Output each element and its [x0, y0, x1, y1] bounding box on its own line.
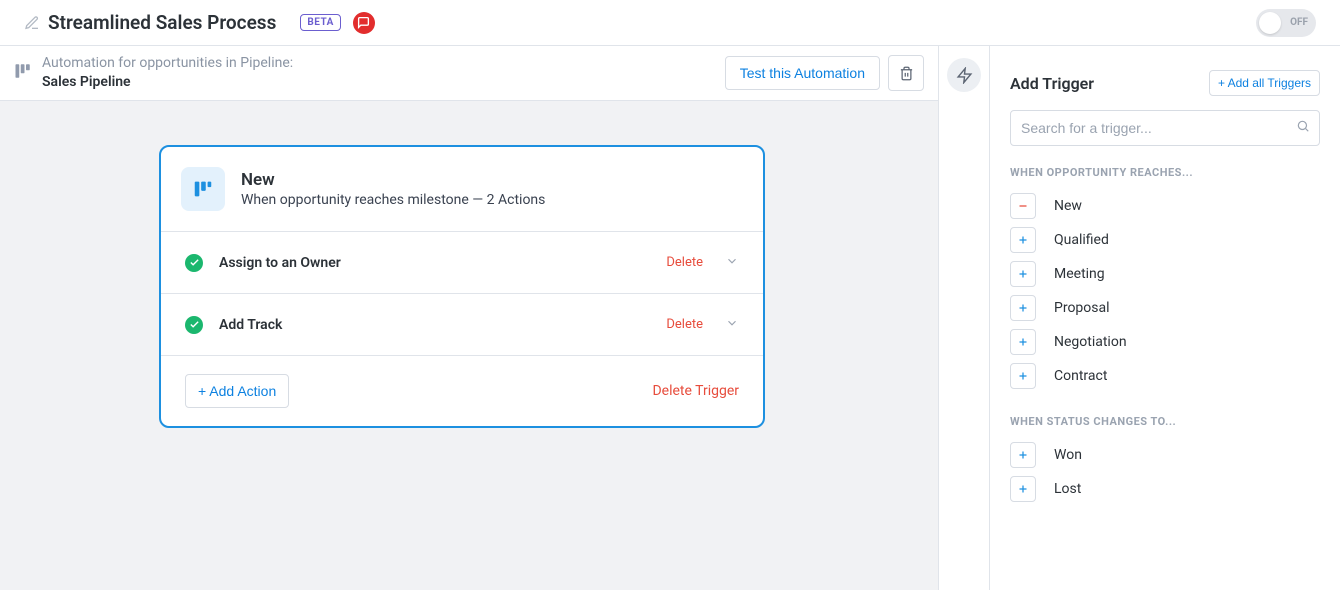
trigger-option-label: Qualified — [1054, 232, 1109, 248]
add-trigger-icon[interactable] — [1010, 295, 1036, 321]
side-strip — [938, 46, 990, 590]
add-trigger-icon[interactable] — [1010, 261, 1036, 287]
toggle-label: OFF — [1290, 17, 1308, 28]
trigger-option-label: Contract — [1054, 368, 1107, 384]
panel-title: Add Trigger — [1010, 74, 1209, 93]
trigger-option-qualified[interactable]: Qualified — [1010, 223, 1320, 257]
remove-trigger-icon[interactable] — [1010, 193, 1036, 219]
sub-header: Automation for opportunities in Pipeline… — [0, 46, 938, 101]
check-icon — [185, 316, 203, 334]
action-row[interactable]: Add Track Delete — [161, 294, 763, 356]
feedback-button[interactable] — [353, 12, 375, 34]
left-column: Automation for opportunities in Pipeline… — [0, 46, 938, 590]
delete-trigger-button[interactable]: Delete Trigger — [652, 383, 739, 399]
milestone-icon — [181, 167, 225, 211]
toggle-knob — [1259, 12, 1281, 34]
add-all-triggers-button[interactable]: + Add all Triggers — [1209, 70, 1320, 96]
subheader-label: Automation for opportunities in Pipeline… — [42, 54, 293, 73]
pipeline-icon — [14, 62, 32, 84]
automation-canvas: New When opportunity reaches milestone —… — [0, 101, 938, 590]
action-name: Assign to an Owner — [219, 255, 666, 271]
pipeline-name: Sales Pipeline — [42, 73, 293, 92]
automation-on-off-toggle[interactable]: OFF — [1256, 9, 1316, 37]
chevron-down-icon[interactable] — [725, 316, 739, 334]
trigger-option-contract[interactable]: Contract — [1010, 359, 1320, 393]
beta-badge: BETA — [300, 14, 341, 31]
action-delete[interactable]: Delete — [666, 255, 703, 270]
trigger-option-label: New — [1054, 198, 1082, 214]
trigger-option-proposal[interactable]: Proposal — [1010, 291, 1320, 325]
delete-automation-button[interactable] — [888, 55, 924, 91]
test-automation-button[interactable]: Test this Automation — [725, 56, 880, 90]
chevron-down-icon[interactable] — [725, 254, 739, 272]
trigger-panel-toggle[interactable] — [947, 58, 981, 92]
trigger-card-header: New When opportunity reaches milestone —… — [161, 147, 763, 232]
trigger-option-label: Won — [1054, 447, 1082, 463]
trigger-option-won[interactable]: Won — [1010, 438, 1320, 472]
edit-title-icon[interactable] — [24, 15, 40, 31]
add-action-button[interactable]: + Add Action — [185, 374, 289, 408]
add-trigger-icon[interactable] — [1010, 329, 1036, 355]
search-icon — [1296, 119, 1310, 137]
trigger-option-negotiation[interactable]: Negotiation — [1010, 325, 1320, 359]
add-trigger-icon[interactable] — [1010, 476, 1036, 502]
trigger-search-input[interactable] — [1010, 110, 1320, 146]
trigger-option-lost[interactable]: Lost — [1010, 472, 1320, 506]
trigger-title: New — [241, 170, 545, 190]
add-trigger-icon[interactable] — [1010, 363, 1036, 389]
action-name: Add Track — [219, 317, 666, 333]
section-status-label: When status changes to... — [1010, 415, 1320, 428]
action-row[interactable]: Assign to an Owner Delete — [161, 232, 763, 294]
trigger-option-label: Meeting — [1054, 266, 1105, 282]
trigger-subtitle: When opportunity reaches milestone — 2 A… — [241, 192, 545, 208]
trigger-option-label: Lost — [1054, 481, 1081, 497]
add-trigger-icon[interactable] — [1010, 227, 1036, 253]
trigger-option-new[interactable]: New — [1010, 189, 1320, 223]
add-trigger-icon[interactable] — [1010, 442, 1036, 468]
trigger-option-meeting[interactable]: Meeting — [1010, 257, 1320, 291]
check-icon — [185, 254, 203, 272]
trigger-option-label: Proposal — [1054, 300, 1110, 316]
trigger-card[interactable]: New When opportunity reaches milestone —… — [159, 145, 765, 428]
section-milestone-label: When opportunity reaches... — [1010, 166, 1320, 179]
page-title: Streamlined Sales Process — [48, 11, 276, 34]
trigger-option-label: Negotiation — [1054, 334, 1127, 350]
trigger-card-footer: + Add Action Delete Trigger — [161, 356, 763, 426]
action-delete[interactable]: Delete — [666, 317, 703, 332]
add-trigger-panel: Add Trigger + Add all Triggers When oppo… — [990, 46, 1340, 590]
top-bar: Streamlined Sales Process BETA OFF — [0, 0, 1340, 46]
